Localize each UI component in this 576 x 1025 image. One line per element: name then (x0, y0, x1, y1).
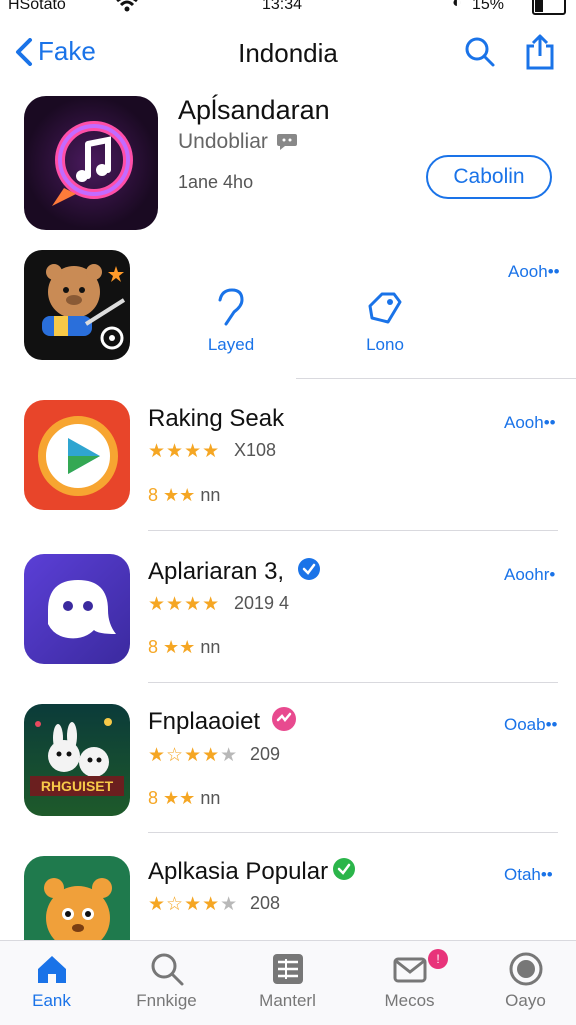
svg-text:RHGUISET: RHGUISET (41, 778, 114, 794)
rating-count: 208 (250, 893, 281, 913)
featured-meta: 1ane 4ho (178, 172, 254, 192)
ghost-app-icon[interactable] (24, 554, 130, 664)
battery-percent: 15% (472, 0, 505, 13)
option-lono-label: Lono (366, 335, 404, 354)
search-icon (151, 953, 183, 986)
second-get-button[interactable]: Aooh•• (508, 262, 560, 282)
bear-game-icon[interactable] (24, 250, 130, 360)
featured-app-name: Apĺsandaran (178, 95, 330, 125)
meta-stars: ★★ (163, 788, 196, 808)
rating-count: 2019 4 (234, 593, 290, 613)
tab-profile[interactable]: Oayo (468, 941, 576, 1025)
play-app-icon[interactable] (24, 400, 130, 510)
app-name: Raking Seak (148, 405, 285, 432)
divider (148, 832, 558, 833)
meta-text: nn (200, 485, 221, 505)
tab-label: Mecos (384, 991, 435, 1010)
get-button[interactable]: Aooh•• (504, 413, 556, 433)
focus-moon-icon: ◐ (452, 0, 462, 11)
get-button[interactable]: Ooab•• (504, 715, 558, 735)
meta-text: nn (200, 637, 221, 657)
badge-icon (272, 707, 296, 731)
list-icon (272, 954, 303, 984)
divider (296, 378, 576, 379)
featured-action-button[interactable]: Cabolin (426, 155, 552, 199)
tab-label: Oayo (505, 991, 546, 1010)
chevron-left-icon (16, 37, 32, 66)
wifi-icon (116, 0, 138, 12)
share-icon[interactable] (524, 34, 556, 70)
back-label: Fake (38, 36, 96, 66)
featured-developer: Undobliar (178, 130, 268, 153)
app-meta: 8 ★★ nn (148, 485, 220, 506)
star-rating: ★★★★ (148, 594, 221, 615)
status-bar: HSotato 13:34 ◐ 15% (0, 0, 576, 22)
tab-label: Fnnkige (136, 991, 197, 1010)
meta-stars: ★★ (163, 637, 196, 657)
clock: 13:34 (262, 0, 303, 13)
back-button[interactable]: Fake (14, 36, 96, 67)
app-meta: 8 ★★ nn (148, 637, 220, 658)
meta-number: 8 (148, 637, 159, 657)
meta-number: 8 (148, 788, 159, 808)
get-button[interactable]: Otah•• (504, 865, 553, 885)
tab-list[interactable]: Manterl (230, 941, 345, 1025)
battery-icon (532, 0, 566, 15)
notification-badge: ! (428, 949, 448, 969)
tab-messages[interactable]: Mecos ! (352, 941, 467, 1025)
app-name: Aplariaran 3, (148, 558, 285, 585)
verified-icon (333, 858, 355, 880)
search-icon[interactable] (464, 36, 496, 68)
rating-count: X108 (234, 440, 277, 460)
star-rating: ★★★★ (148, 441, 221, 462)
tab-label: Eank (32, 991, 71, 1010)
question-icon (218, 288, 244, 326)
app-name: Aplkasia Popular (148, 858, 329, 885)
music-app-icon[interactable] (24, 96, 158, 230)
tab-search[interactable]: Fnnkige (109, 941, 224, 1025)
app-name: Fnplaaoiet (148, 708, 261, 735)
bunny-game-icon[interactable]: RHGUISET (24, 704, 130, 816)
carrier-label: HSotato (8, 0, 66, 13)
rating-count: 209 (250, 744, 281, 764)
divider (148, 530, 558, 531)
divider (148, 682, 558, 683)
nav-bar: Fake Indondia (0, 30, 576, 80)
mail-icon (393, 957, 426, 983)
meta-number: 8 (148, 485, 159, 505)
option-layed-label: Layed (207, 335, 255, 354)
home-icon (37, 956, 66, 983)
option-layed[interactable]: Layed (196, 288, 266, 355)
get-button[interactable]: Aoohr• (504, 565, 555, 585)
star-rating: ★☆★★★ (148, 894, 239, 915)
star-rating: ★☆★★★ (148, 745, 239, 766)
option-lono[interactable]: Lono (350, 290, 420, 355)
profile-icon (509, 952, 542, 986)
tab-home[interactable]: Eank (0, 941, 109, 1025)
tag-icon (368, 292, 402, 324)
tab-bar: Eank Fnnkige Manterl Mecos ! Oayo (0, 940, 576, 1025)
verified-icon (298, 558, 320, 580)
chat-bubble-icon (277, 134, 297, 150)
meta-text: nn (200, 788, 221, 808)
tab-label: Manterl (259, 991, 316, 1010)
meta-stars: ★★ (163, 485, 196, 505)
app-meta: 8 ★★ nn (148, 788, 220, 809)
